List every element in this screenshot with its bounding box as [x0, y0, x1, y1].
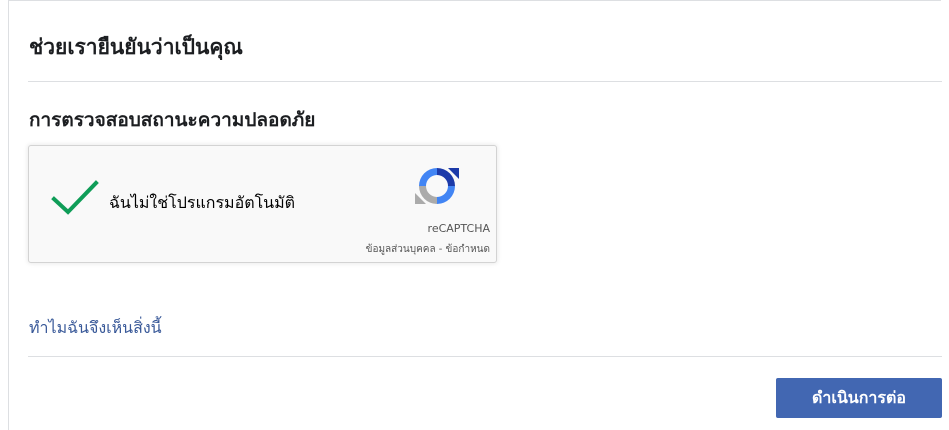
continue-button[interactable]: ดำเนินการต่อ — [776, 378, 942, 418]
verification-card: ช่วยเรายืนยันว่าเป็นคุณ การตรวจสอบสถานะค… — [8, 0, 942, 430]
checkmark-icon[interactable] — [51, 179, 99, 217]
recaptcha-checkbox-label: ฉันไม่ใช่โปรแกรมอัตโนมัติ — [109, 193, 296, 212]
footer-divider — [28, 356, 942, 357]
security-check-title: การตรวจสอบสถานะความปลอดภัย — [29, 109, 316, 131]
recaptcha-brand: reCAPTCHA — [427, 222, 490, 235]
recaptcha-logo-icon — [415, 168, 459, 204]
why-am-i-seeing-this-link[interactable]: ทำไมฉันจึงเห็นสิ่งนี้ — [29, 316, 162, 341]
recaptcha-widget: ฉันไม่ใช่โปรแกรมอัตโนมัติ reCAPTCHA ข้อม… — [28, 145, 497, 263]
page-title: ช่วยเรายืนยันว่าเป็นคุณ — [29, 35, 243, 59]
recaptcha-privacy-terms-links[interactable]: ข้อมูลส่วนบุคคล - ข้อกำหนด — [366, 242, 490, 257]
header-divider — [28, 81, 942, 82]
